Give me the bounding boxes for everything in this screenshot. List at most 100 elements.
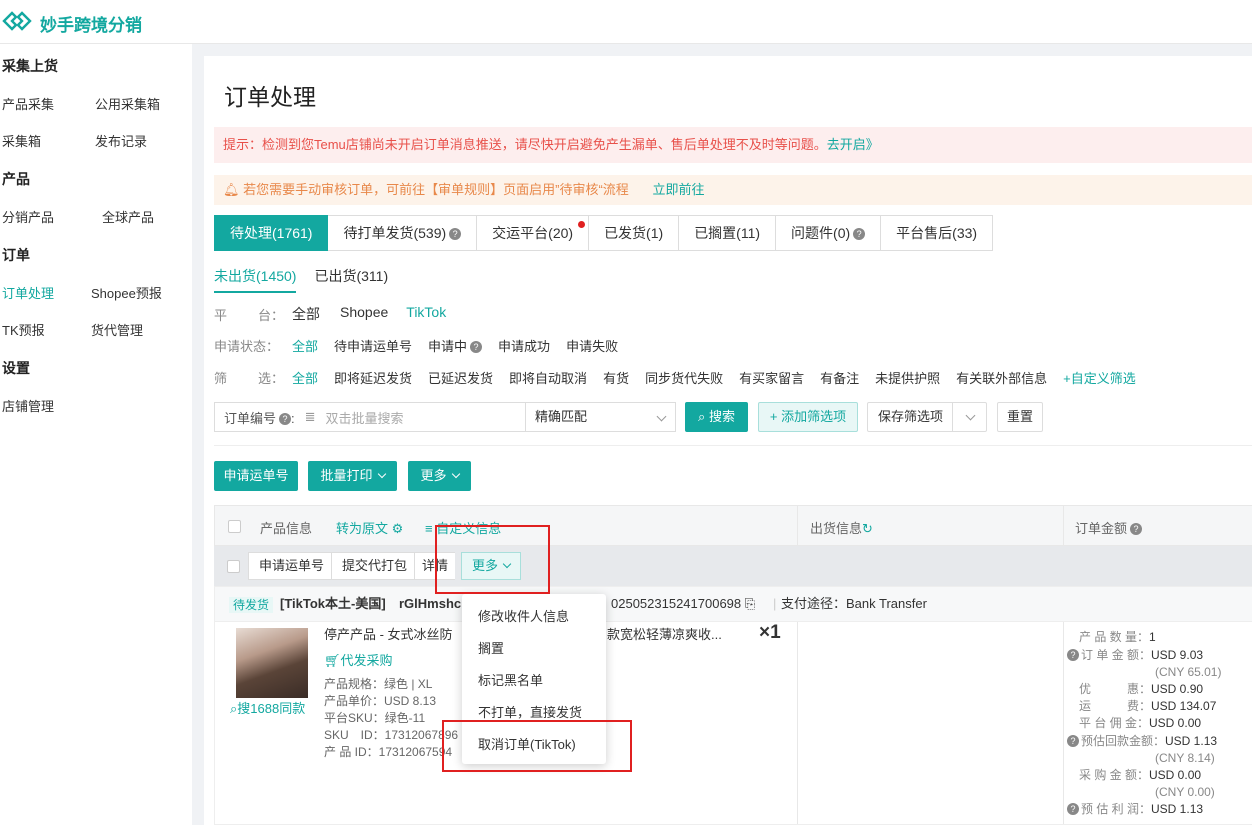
sidebar-item-publish-record[interactable]: 发布记录 (95, 131, 147, 150)
sidebar-item-store-manage[interactable]: 店铺管理 (2, 396, 54, 415)
sidebar-item-forwarder[interactable]: 货代管理 (91, 320, 143, 339)
summary-label: 采 购 金 额： (1079, 768, 1150, 782)
tab-pending[interactable]: 待处理(1761) (214, 215, 329, 251)
proxy-purchase-link[interactable]: 🛒︎代发采购 (324, 652, 393, 669)
status-failed[interactable]: 申请失败 (566, 336, 618, 355)
platform-all[interactable]: 全部 (292, 304, 320, 324)
more-actions-button[interactable]: 更多 (408, 461, 471, 491)
sidebar-item-shopee-forecast[interactable]: Shopee预报 (91, 283, 162, 302)
menu-shelve[interactable]: 搁置 (478, 638, 504, 657)
temu-push-alert: 提示：检测到您Temu店铺尚未开启订单消息推送，请尽快开启避免产生漏单、售后单处… (214, 127, 1252, 163)
filter-label: 申请状态： (214, 339, 280, 354)
go-now-link[interactable]: 立即前往 (652, 182, 704, 197)
tab-shelved[interactable]: 已搁置(11) (679, 215, 777, 251)
highlight-box (435, 525, 550, 594)
to-original-toggle[interactable]: 转为原文 ⚙ (336, 518, 403, 537)
apply-status-filter: 申请状态： 全部 待申请运单号 申请中? 申请成功 申请失败 (214, 336, 634, 355)
help-icon[interactable]: ? (1067, 735, 1079, 747)
chevron-down-icon (377, 469, 386, 479)
sidebar-section-order: 订单 (2, 247, 30, 263)
page-title: 订单处理 (224, 84, 316, 110)
status-success[interactable]: 申请成功 (498, 336, 550, 355)
sidebar-item-global-product[interactable]: 全球产品 (102, 207, 154, 226)
reset-button[interactable]: 重置 (997, 402, 1043, 432)
sidebar-item-dist-product[interactable]: 分销产品 (2, 207, 54, 226)
help-icon[interactable]: ? (279, 412, 292, 425)
help-icon[interactable]: ? (1130, 523, 1143, 535)
product-image[interactable] (236, 628, 308, 698)
help-icon: ? (470, 341, 483, 353)
brand-name: 妙手跨境分销 (40, 16, 142, 35)
subtab-shipped[interactable]: 已出货(311) (314, 266, 388, 293)
search-1688-link[interactable]: ⌕搜1688同款 (230, 700, 305, 717)
summary-row: 采 购 金 额：USD 0.00 (1079, 767, 1201, 783)
custom-filter-link[interactable]: +自定义筛选 (1063, 368, 1136, 387)
screen-soon-cancel[interactable]: 即将自动取消 (509, 368, 587, 387)
summary-row: 平 台 佣 金：USD 0.00 (1079, 715, 1201, 731)
refresh-icon[interactable]: ↻ (862, 521, 873, 536)
tab-shipped[interactable]: 已发货(1) (589, 215, 680, 251)
menu-ship-without-print[interactable]: 不打单，直接发货 (478, 702, 582, 721)
chevron-down-icon (656, 411, 667, 422)
screen-all[interactable]: 全部 (292, 368, 318, 387)
main-content: 订单处理 提示：检测到您Temu店铺尚未开启订单消息推送，请尽快开启避免产生漏单… (204, 56, 1252, 825)
sidebar-item-tk-forecast[interactable]: TK预报 (2, 320, 45, 339)
sidebar-item-public-box[interactable]: 公用采集箱 (95, 94, 160, 113)
product-name-tail: 款宽松轻薄凉爽收... (607, 627, 722, 642)
summary-row: 优 惠：USD 0.90 (1079, 681, 1203, 697)
summary-label: 预 估 利 润： (1081, 802, 1152, 816)
sidebar-item-product-collect[interactable]: 产品采集 (2, 94, 54, 113)
search-input[interactable]: 双击批量搜索 (326, 408, 525, 427)
sidebar: 采集上货 产品采集 公用采集箱 采集箱 发布记录 产品 分销产品 全球产品 订单… (0, 44, 192, 825)
tab-handover[interactable]: 交运平台(20) (477, 215, 590, 251)
search-button[interactable]: ⌕ 搜索 (685, 402, 748, 432)
batch-search-icon[interactable]: ≣ (305, 409, 316, 425)
help-icon[interactable]: ? (853, 228, 866, 240)
subtab-not-shipped[interactable]: 未出货(1450) (214, 266, 297, 293)
screen-soon-delay[interactable]: 即将延迟发货 (334, 368, 412, 387)
platform-tiktok[interactable]: TikTok (406, 304, 446, 324)
separator: | (773, 596, 777, 611)
menu-edit-receiver[interactable]: 修改收件人信息 (478, 606, 569, 625)
tab-to-print[interactable]: 待打单发货(539)? (328, 215, 478, 251)
apply-waybill-button[interactable]: 申请运单号 (214, 461, 298, 491)
sidebar-item-collect-box[interactable]: 采集箱 (2, 131, 41, 150)
screen-has-note[interactable]: 有备注 (820, 368, 859, 387)
row-apply-waybill-button[interactable]: 申请运单号 (248, 552, 336, 580)
status-applying[interactable]: 申请中? (428, 336, 483, 355)
screen-no-passport[interactable]: 未提供护照 (875, 368, 940, 387)
row-checkbox[interactable] (227, 560, 240, 573)
order-status-tabs: 待处理(1761) 待打单发货(539)? 交运平台(20) 已发货(1) 已搁… (214, 215, 994, 251)
screen-external-info[interactable]: 有关联外部信息 (956, 368, 1047, 387)
sidebar-section-settings: 设置 (2, 360, 30, 376)
add-filter-button[interactable]: + 添加筛选项 (758, 402, 858, 432)
match-select[interactable]: 精确匹配 (525, 403, 675, 431)
enable-push-link[interactable]: 去开启》 (827, 137, 879, 152)
screen-delayed[interactable]: 已延迟发货 (428, 368, 493, 387)
copy-icon[interactable]: ⎘ (745, 596, 755, 611)
status-to-apply[interactable]: 待申请运单号 (334, 336, 412, 355)
summary-value: USD 134.07 (1151, 699, 1217, 713)
screen-in-stock[interactable]: 有货 (603, 368, 629, 387)
quantity: ×1 (759, 622, 781, 643)
screen-sync-fail[interactable]: 同步货代失败 (645, 368, 723, 387)
batch-print-button[interactable]: 批量打印 (308, 461, 397, 491)
row-submit-pack-button[interactable]: 提交代打包 (331, 552, 419, 580)
help-icon[interactable]: ? (1067, 649, 1079, 661)
menu-blacklist[interactable]: 标记黑名单 (478, 670, 543, 689)
select-all-checkbox[interactable] (228, 520, 241, 533)
product-spec: 产品规格：绿色 | XL (324, 677, 433, 691)
screen-buyer-msg[interactable]: 有买家留言 (739, 368, 804, 387)
sidebar-item-order-process[interactable]: 订单处理 (2, 283, 54, 302)
help-icon[interactable]: ? (449, 228, 462, 240)
tab-aftersale[interactable]: 平台售后(33) (881, 215, 994, 251)
help-icon[interactable]: ? (1067, 803, 1079, 815)
platform-shopee[interactable]: Shopee (340, 304, 388, 324)
tab-problem[interactable]: 问题件(0)? (776, 215, 882, 251)
product-name[interactable]: 停产产品 - 女式冰丝防 (324, 626, 453, 643)
col-product-info: 产品信息 (260, 521, 313, 536)
status-all[interactable]: 全部 (292, 336, 318, 355)
chevron-down-icon[interactable] (965, 410, 976, 421)
sidebar-section-collect: 采集上货 (2, 58, 58, 74)
save-filter-button[interactable]: 保存筛选项 (867, 402, 987, 432)
